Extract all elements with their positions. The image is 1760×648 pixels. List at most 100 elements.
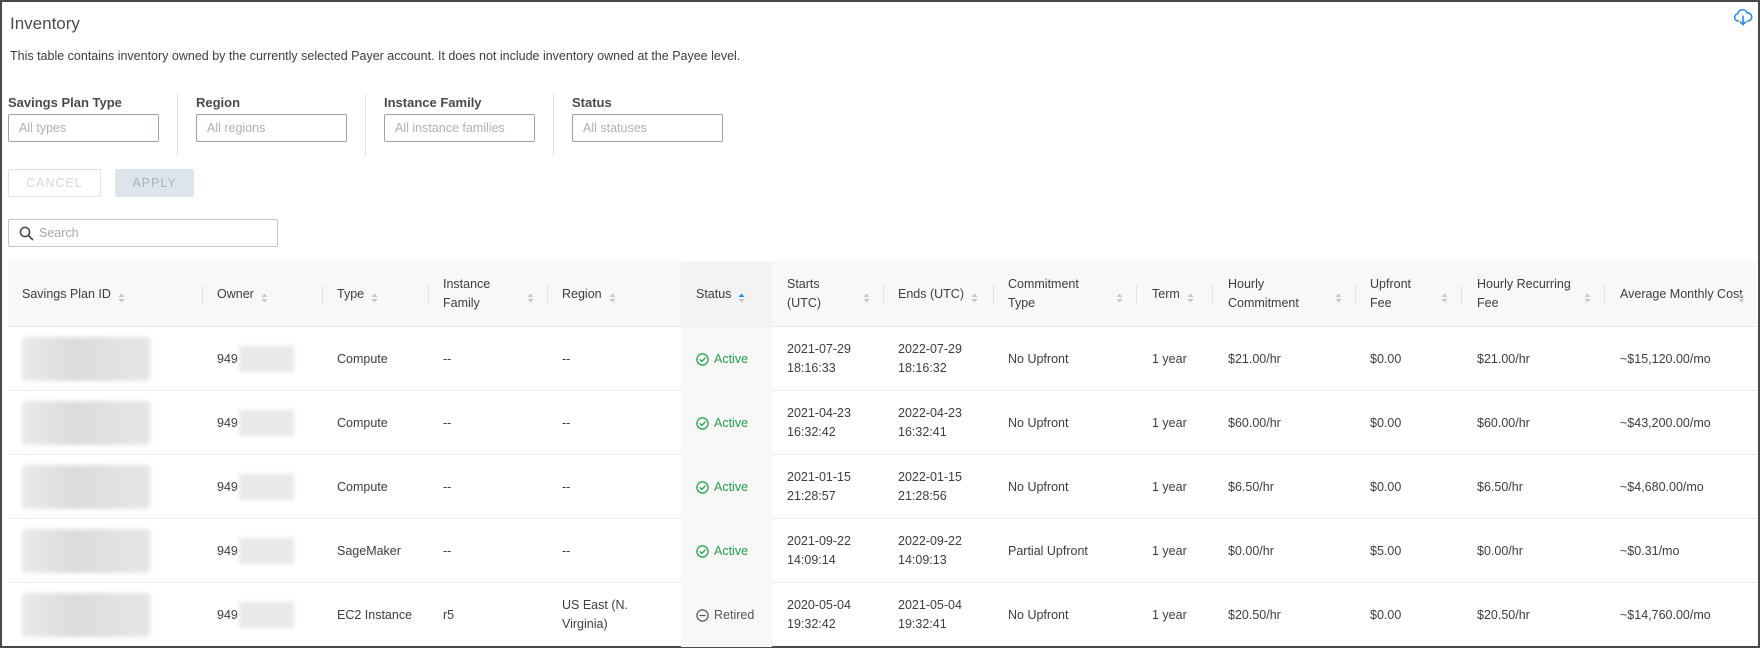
column-header-starts[interactable]: Starts (UTC) <box>772 261 883 327</box>
table-row[interactable]: 949 Compute -- -- Active 2021-07-29 18:16:33 2… <box>8 327 1758 391</box>
cell-commitment-type: No Upfront <box>993 327 1136 391</box>
cell-starts: 2020-05-04 19:32:42 <box>772 583 883 647</box>
column-header-label: Status <box>696 286 732 301</box>
column-header-label: Owner <box>217 286 254 301</box>
sort-icon[interactable] <box>609 290 616 302</box>
cell-savings-plan-id <box>8 455 202 519</box>
cell-savings-plan-id <box>8 391 202 455</box>
column-header-type[interactable]: Type <box>322 261 428 327</box>
cell-term: 1 year <box>1136 519 1212 583</box>
column-header-commitment-type[interactable]: Commitment Type <box>993 261 1136 327</box>
cell-average-monthly-cost: ~$0.31/mo <box>1604 519 1758 583</box>
column-header-upfront-fee[interactable]: Upfront Fee <box>1355 261 1461 327</box>
status-badge: Active <box>696 478 748 497</box>
column-header-average-monthly-cost[interactable]: Average Monthly Cost <box>1604 261 1758 327</box>
cell-instance-family: -- <box>428 327 547 391</box>
cell-starts: 2021-09-22 14:09:14 <box>772 519 883 583</box>
column-header-term[interactable]: Term <box>1136 261 1212 327</box>
filter-label: Savings Plan Type <box>8 95 122 110</box>
term-value: 1 year <box>1152 415 1187 430</box>
status-select[interactable] <box>572 114 723 142</box>
column-header-label: Upfront Fee <box>1370 277 1411 310</box>
sort-icon[interactable] <box>118 290 125 302</box>
cell-upfront-fee: $0.00 <box>1355 455 1461 519</box>
table-row[interactable]: 949 Compute -- -- Active 2021-01-15 21:28:57 2… <box>8 455 1758 519</box>
cell-ends: 2022-01-15 21:28:56 <box>883 455 993 519</box>
column-header-region[interactable]: Region <box>547 261 681 327</box>
instance-family-value: -- <box>443 351 452 366</box>
status-badge: Active <box>696 542 748 561</box>
sort-icon[interactable] <box>1187 290 1194 302</box>
cell-starts: 2021-07-29 18:16:33 <box>772 327 883 391</box>
region-value: -- <box>562 351 571 366</box>
sort-icon[interactable] <box>971 290 978 302</box>
sort-icon[interactable] <box>371 290 378 302</box>
cell-owner: 949 <box>202 519 322 583</box>
cell-term: 1 year <box>1136 391 1212 455</box>
cell-savings-plan-id <box>8 519 202 583</box>
page-description: This table contains inventory owned by t… <box>10 49 741 63</box>
commitment-type-value: No Upfront <box>1008 351 1069 366</box>
sort-icon[interactable] <box>1738 290 1745 303</box>
hourly-recurring-fee-value: $6.50/hr <box>1477 479 1523 494</box>
hourly-commitment-value: $60.00/hr <box>1228 415 1281 430</box>
sort-ascending-icon[interactable] <box>738 290 745 302</box>
term-value: 1 year <box>1152 479 1187 494</box>
cell-upfront-fee: $0.00 <box>1355 391 1461 455</box>
filter-label: Region <box>196 95 241 110</box>
term-value: 1 year <box>1152 543 1187 558</box>
hourly-commitment-value: $0.00/hr <box>1228 543 1274 558</box>
sort-icon[interactable] <box>1584 290 1591 303</box>
table-row[interactable]: 949 SageMaker -- -- Active 2021-09-22 14:09:1… <box>8 519 1758 583</box>
column-header-label: Starts (UTC) <box>787 277 822 310</box>
instance-family-value: r5 <box>443 607 455 622</box>
table-body: 949 Compute -- -- Active 2021-07-29 18:16:33 2… <box>8 327 1758 647</box>
redacted-savings-plan-id <box>22 529 150 573</box>
filter-label: Status <box>572 95 612 110</box>
column-header-owner[interactable]: Owner <box>202 261 322 327</box>
redacted-owner-id <box>238 346 294 372</box>
redacted-savings-plan-id <box>22 401 150 445</box>
type-value: SageMaker <box>337 543 401 558</box>
search-input[interactable] <box>39 223 269 243</box>
type-value: Compute <box>337 415 388 430</box>
page-title: Inventory <box>10 14 80 33</box>
status-label: Active <box>714 415 749 430</box>
search-box <box>8 219 278 247</box>
column-header-savings-plan-id[interactable]: Savings Plan ID <box>8 261 202 327</box>
column-header-label: Commitment Type <box>1008 277 1079 310</box>
column-header-status[interactable]: Status <box>681 261 772 327</box>
filter-region: Region <box>196 94 384 156</box>
cancel-button[interactable]: CANCEL <box>8 169 101 197</box>
column-header-instance-family[interactable]: Instance Family <box>428 261 547 327</box>
sort-icon[interactable] <box>1116 290 1123 303</box>
sort-icon[interactable] <box>261 290 268 302</box>
cloud-download-icon[interactable] <box>1733 7 1753 27</box>
instance-family-select[interactable] <box>384 114 535 142</box>
column-header-hourly-recurring-fee[interactable]: Hourly Recurring Fee <box>1461 261 1604 327</box>
cell-status: Retired <box>681 583 772 647</box>
column-header-label: Hourly Recurring Fee <box>1477 277 1571 310</box>
sort-icon[interactable] <box>863 290 870 303</box>
starts-value: 2021-07-29 18:16:33 <box>787 342 851 375</box>
column-header-hourly-commitment[interactable]: Hourly Commitment <box>1212 261 1355 327</box>
cell-commitment-type: No Upfront <box>993 455 1136 519</box>
table-row[interactable]: 949 EC2 Instance r5 US East (N. Virginia) Re… <box>8 583 1758 647</box>
sort-icon[interactable] <box>1441 290 1448 303</box>
cell-owner: 949 <box>202 391 322 455</box>
column-header-ends[interactable]: Ends (UTC) <box>883 261 993 327</box>
savings-plan-type-select[interactable] <box>8 114 159 142</box>
cell-ends: 2021-05-04 19:32:41 <box>883 583 993 647</box>
table-row[interactable]: 949 Compute -- -- Active 2021-04-23 16:32:42 2… <box>8 391 1758 455</box>
sort-icon[interactable] <box>1335 290 1342 303</box>
apply-button[interactable]: APPLY <box>115 169 194 197</box>
column-header-label: Instance Family <box>443 277 491 310</box>
starts-value: 2020-05-04 19:32:42 <box>787 598 851 631</box>
upfront-fee-value: $0.00 <box>1370 351 1402 366</box>
cell-ends: 2022-09-22 14:09:13 <box>883 519 993 583</box>
sort-icon[interactable] <box>527 290 534 303</box>
region-select[interactable] <box>196 114 347 142</box>
redacted-savings-plan-id <box>22 593 150 637</box>
upfront-fee-value: $0.00 <box>1370 479 1402 494</box>
region-value: -- <box>562 543 571 558</box>
